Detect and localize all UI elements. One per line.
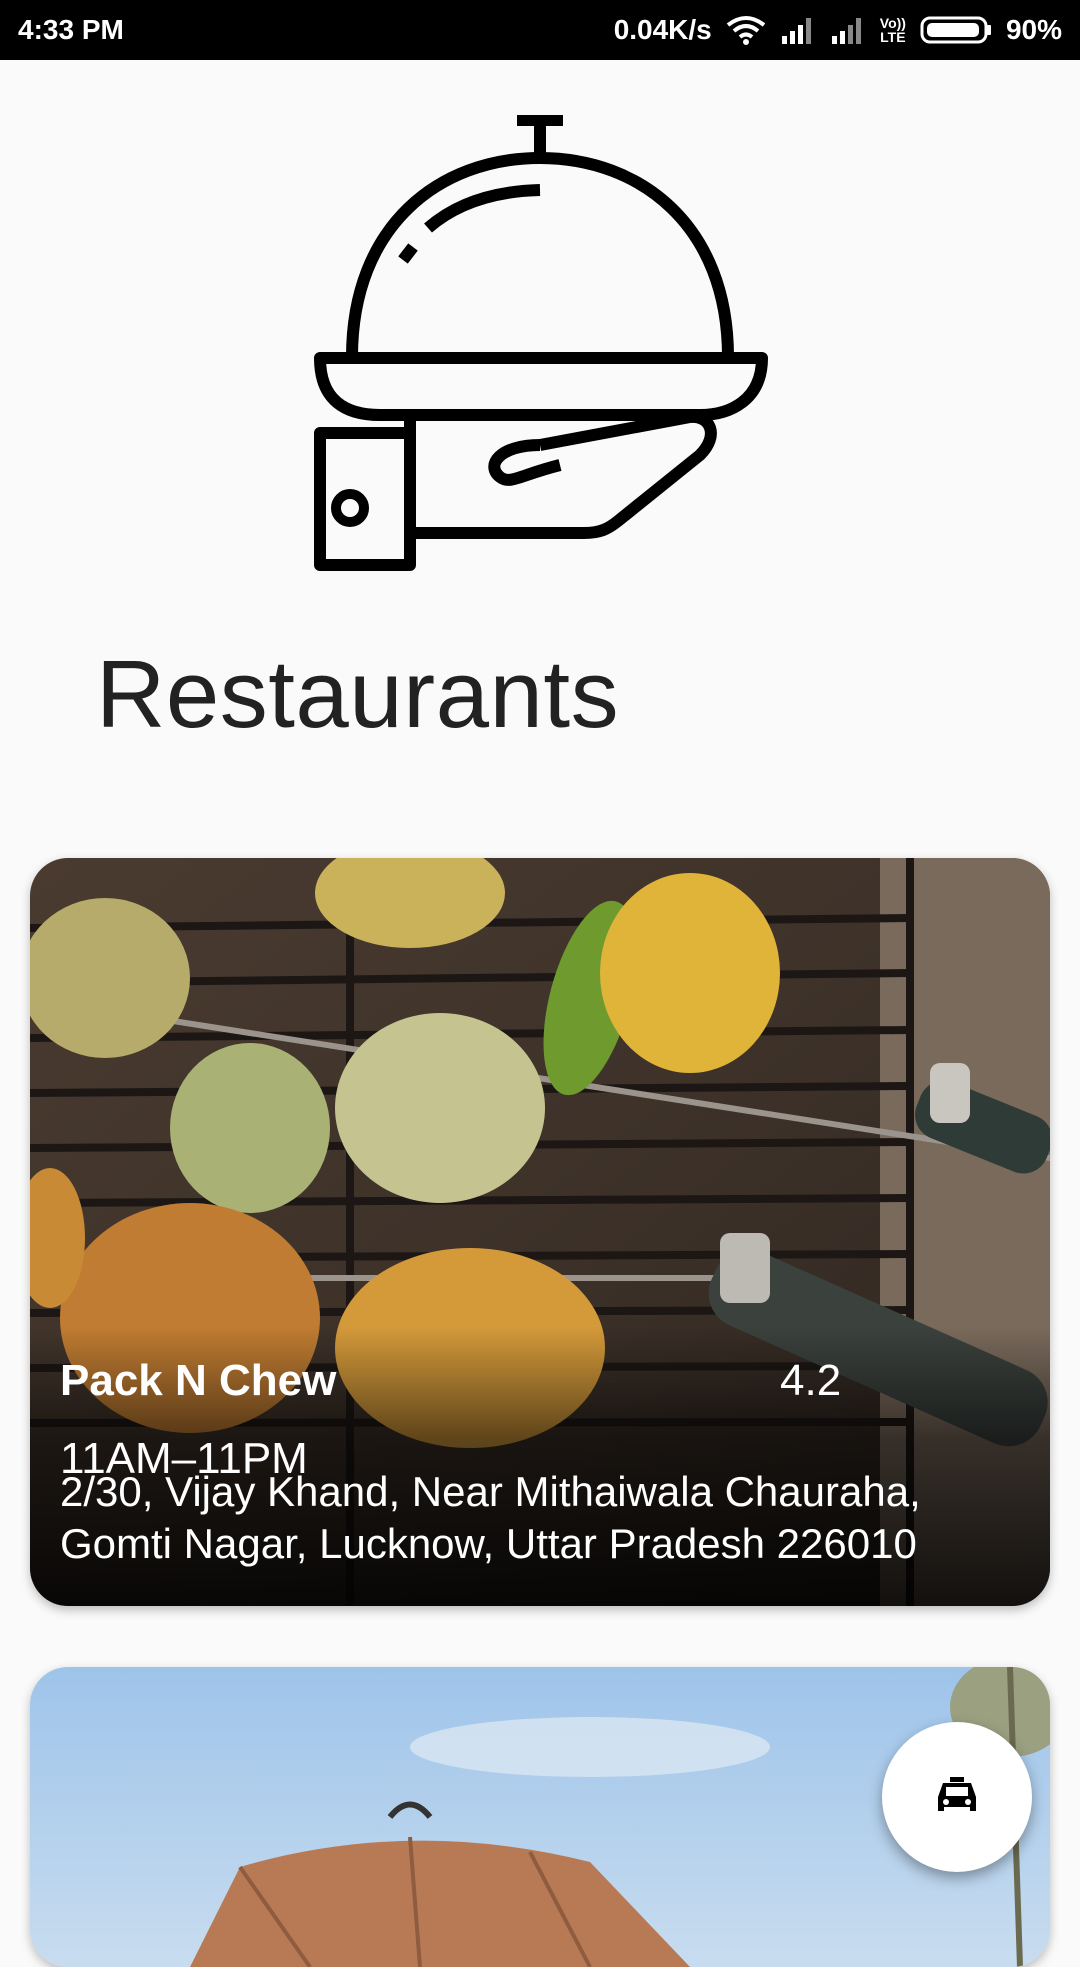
- signal-icon: [780, 16, 816, 44]
- status-time: 4:33 PM: [18, 14, 124, 45]
- status-bar: 4:33 PM 0.04K/s Vo)) LTE 90%: [0, 0, 1080, 60]
- restaurant-info: Pack N Chew 4.2 11AM–11PM 2/30, Vijay Kh…: [30, 1326, 1050, 1606]
- battery-icon: [920, 15, 992, 45]
- wifi-icon: [726, 15, 766, 45]
- restaurant-rating: 4.2: [780, 1356, 842, 1405]
- restaurant-name: Pack N Chew: [60, 1356, 337, 1405]
- battery-percent: 90%: [1005, 14, 1062, 45]
- restaurant-address: 2/30, Vijay Khand, Near Mithaiwala Chaur…: [60, 1468, 921, 1567]
- status-icons: 0.04K/s Vo)) LTE 90%: [614, 14, 1062, 46]
- signal-icon: [830, 16, 866, 44]
- taxi-fab-button[interactable]: [882, 1722, 1032, 1872]
- food-cloche-on-hand-icon: [300, 114, 780, 575]
- page-title: Restaurants: [96, 641, 620, 748]
- taxi-icon: [933, 1771, 981, 1824]
- volte-icon: Vo)) LTE: [879, 15, 906, 45]
- restaurant-card[interactable]: Pack N Chew 4.2 11AM–11PM 2/30, Vijay Kh…: [30, 858, 1050, 1606]
- network-speed: 0.04K/s: [613, 14, 712, 45]
